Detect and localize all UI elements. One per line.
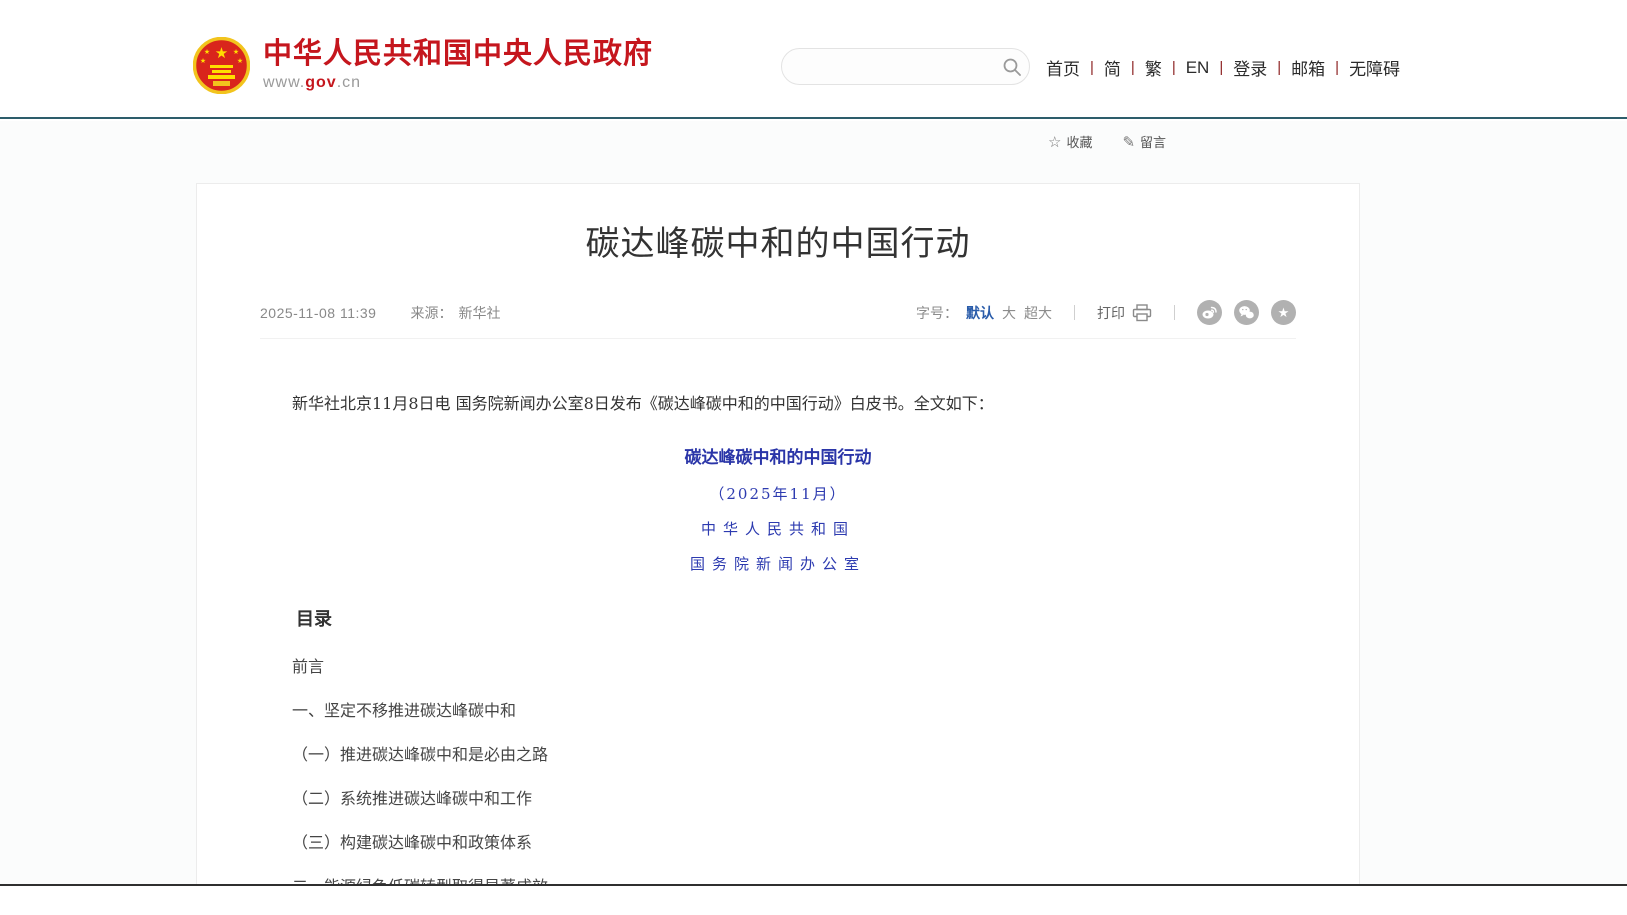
whitepaper-org-line1: 中华人民共和国 — [260, 518, 1296, 539]
pencil-icon: ✎ — [1122, 133, 1135, 151]
site-header: ★ ★ ★ ★ ★ 中华人民共和国中央人民政府 www.gov.cn — [0, 0, 1627, 119]
whitepaper-title: 碳达峰碳中和的中国行动 — [260, 443, 1296, 468]
site-url-gov: gov — [305, 74, 336, 91]
whitepaper-date: （2025年11月） — [260, 483, 1296, 504]
toc-item-preface: 前言 — [260, 658, 1296, 675]
nav-divider: | — [1090, 59, 1094, 76]
nav-divider: | — [1131, 59, 1135, 76]
nav-divider: | — [1277, 59, 1281, 76]
font-size-xlarge-button[interactable]: 超大 — [1024, 303, 1052, 323]
share-wechat-button[interactable] — [1234, 300, 1259, 325]
nav-divider: | — [1219, 59, 1223, 76]
nav-item-mail[interactable]: 邮箱 — [1290, 55, 1326, 80]
search-button[interactable] — [995, 49, 1029, 84]
font-size-large-button[interactable]: 大 — [1002, 303, 1016, 323]
search-input[interactable] — [782, 49, 995, 84]
svg-text:★: ★ — [200, 57, 206, 65]
logo-text: 中华人民共和国中央人民政府 www.gov.cn — [263, 37, 653, 92]
favorite-button[interactable]: ☆ 收藏 — [1048, 132, 1092, 151]
site-url-www: www. — [263, 74, 305, 91]
article-meta-row: 2025-11-08 11:39 来源： 新华社 字号： 默认 大 超大 打印 — [260, 300, 1296, 339]
nav-item-home[interactable]: 首页 — [1045, 55, 1081, 80]
article-tools: 字号： 默认 大 超大 打印 — [916, 300, 1296, 325]
divider — [1174, 305, 1175, 320]
site-url: www.gov.cn — [263, 74, 653, 92]
share-weibo-button[interactable] — [1197, 300, 1222, 325]
toc-item-section1-1: （一）推进碳达峰碳中和是必由之路 — [260, 746, 1296, 763]
bottom-border — [0, 884, 1627, 886]
weibo-icon — [1201, 304, 1218, 321]
source-label: 来源： — [410, 305, 452, 321]
document-body: 新华社北京11月8日电 国务院新闻办公室8日发布《碳达峰碳中和的中国行动》白皮书… — [260, 392, 1296, 884]
svg-text:★: ★ — [233, 48, 239, 56]
toc-item-section1: 一、坚定不移推进碳达峰碳中和 — [260, 702, 1296, 719]
toc-item-section1-3: （三）构建碳达峰碳中和政策体系 — [260, 834, 1296, 851]
page: ★ ★ ★ ★ ★ 中华人民共和国中央人民政府 www.gov.cn — [0, 0, 1627, 915]
nav-item-accessibility[interactable]: 无障碍 — [1348, 55, 1401, 80]
message-button[interactable]: ✎ 留言 — [1122, 132, 1166, 151]
nav-item-login[interactable]: 登录 — [1232, 55, 1268, 80]
nav-divider: | — [1172, 59, 1176, 76]
lead-paragraph: 新华社北京11月8日电 国务院新闻办公室8日发布《碳达峰碳中和的中国行动》白皮书… — [260, 392, 1296, 416]
search-box — [781, 48, 1030, 85]
nav-item-simplified[interactable]: 简 — [1103, 55, 1122, 80]
nav-divider: | — [1335, 59, 1339, 76]
star-icon: ★ — [1278, 306, 1290, 319]
divider — [1074, 305, 1075, 320]
printer-icon — [1132, 304, 1152, 322]
source-name: 新华社 — [458, 305, 500, 321]
message-label: 留言 — [1140, 132, 1166, 151]
svg-text:★: ★ — [237, 57, 243, 65]
top-nav: 首页 | 简 | 繁 | EN | 登录 | 邮箱 | 无障碍 — [1045, 55, 1401, 80]
nav-item-traditional[interactable]: 繁 — [1144, 55, 1163, 80]
wechat-icon — [1238, 304, 1255, 321]
national-emblem-icon: ★ ★ ★ ★ ★ — [193, 37, 250, 94]
font-size-label: 字号： — [916, 303, 958, 323]
toc-item-section1-2: （二）系统推进碳达峰碳中和工作 — [260, 790, 1296, 807]
article-card: 碳达峰碳中和的中国行动 2025-11-08 11:39 来源： 新华社 字号： … — [196, 183, 1360, 884]
site-title: 中华人民共和国中央人民政府 — [263, 37, 653, 71]
publish-date: 2025-11-08 11:39 — [260, 305, 376, 321]
source: 来源： 新华社 — [410, 303, 500, 323]
nav-item-english[interactable]: EN — [1185, 58, 1211, 78]
star-outline-icon: ☆ — [1048, 133, 1061, 151]
favorite-label: 收藏 — [1066, 132, 1092, 151]
print-label: 打印 — [1097, 303, 1125, 323]
font-size-default-button[interactable]: 默认 — [966, 303, 994, 323]
toc-heading: 目录 — [260, 605, 1296, 631]
svg-text:★: ★ — [204, 48, 210, 56]
print-button[interactable]: 打印 — [1097, 303, 1152, 323]
search-icon — [1002, 57, 1022, 77]
svg-text:★: ★ — [215, 45, 228, 62]
whitepaper-org-line2: 国务院新闻办公室 — [260, 553, 1296, 574]
share-group: ★ — [1197, 300, 1296, 325]
article-title: 碳达峰碳中和的中国行动 — [260, 216, 1296, 265]
site-logo[interactable]: ★ ★ ★ ★ ★ 中华人民共和国中央人民政府 www.gov.cn — [193, 37, 653, 94]
site-url-cn: .cn — [337, 74, 361, 91]
quick-actions: ☆ 收藏 ✎ 留言 — [1048, 132, 1166, 151]
share-qzone-button[interactable]: ★ — [1271, 300, 1296, 325]
